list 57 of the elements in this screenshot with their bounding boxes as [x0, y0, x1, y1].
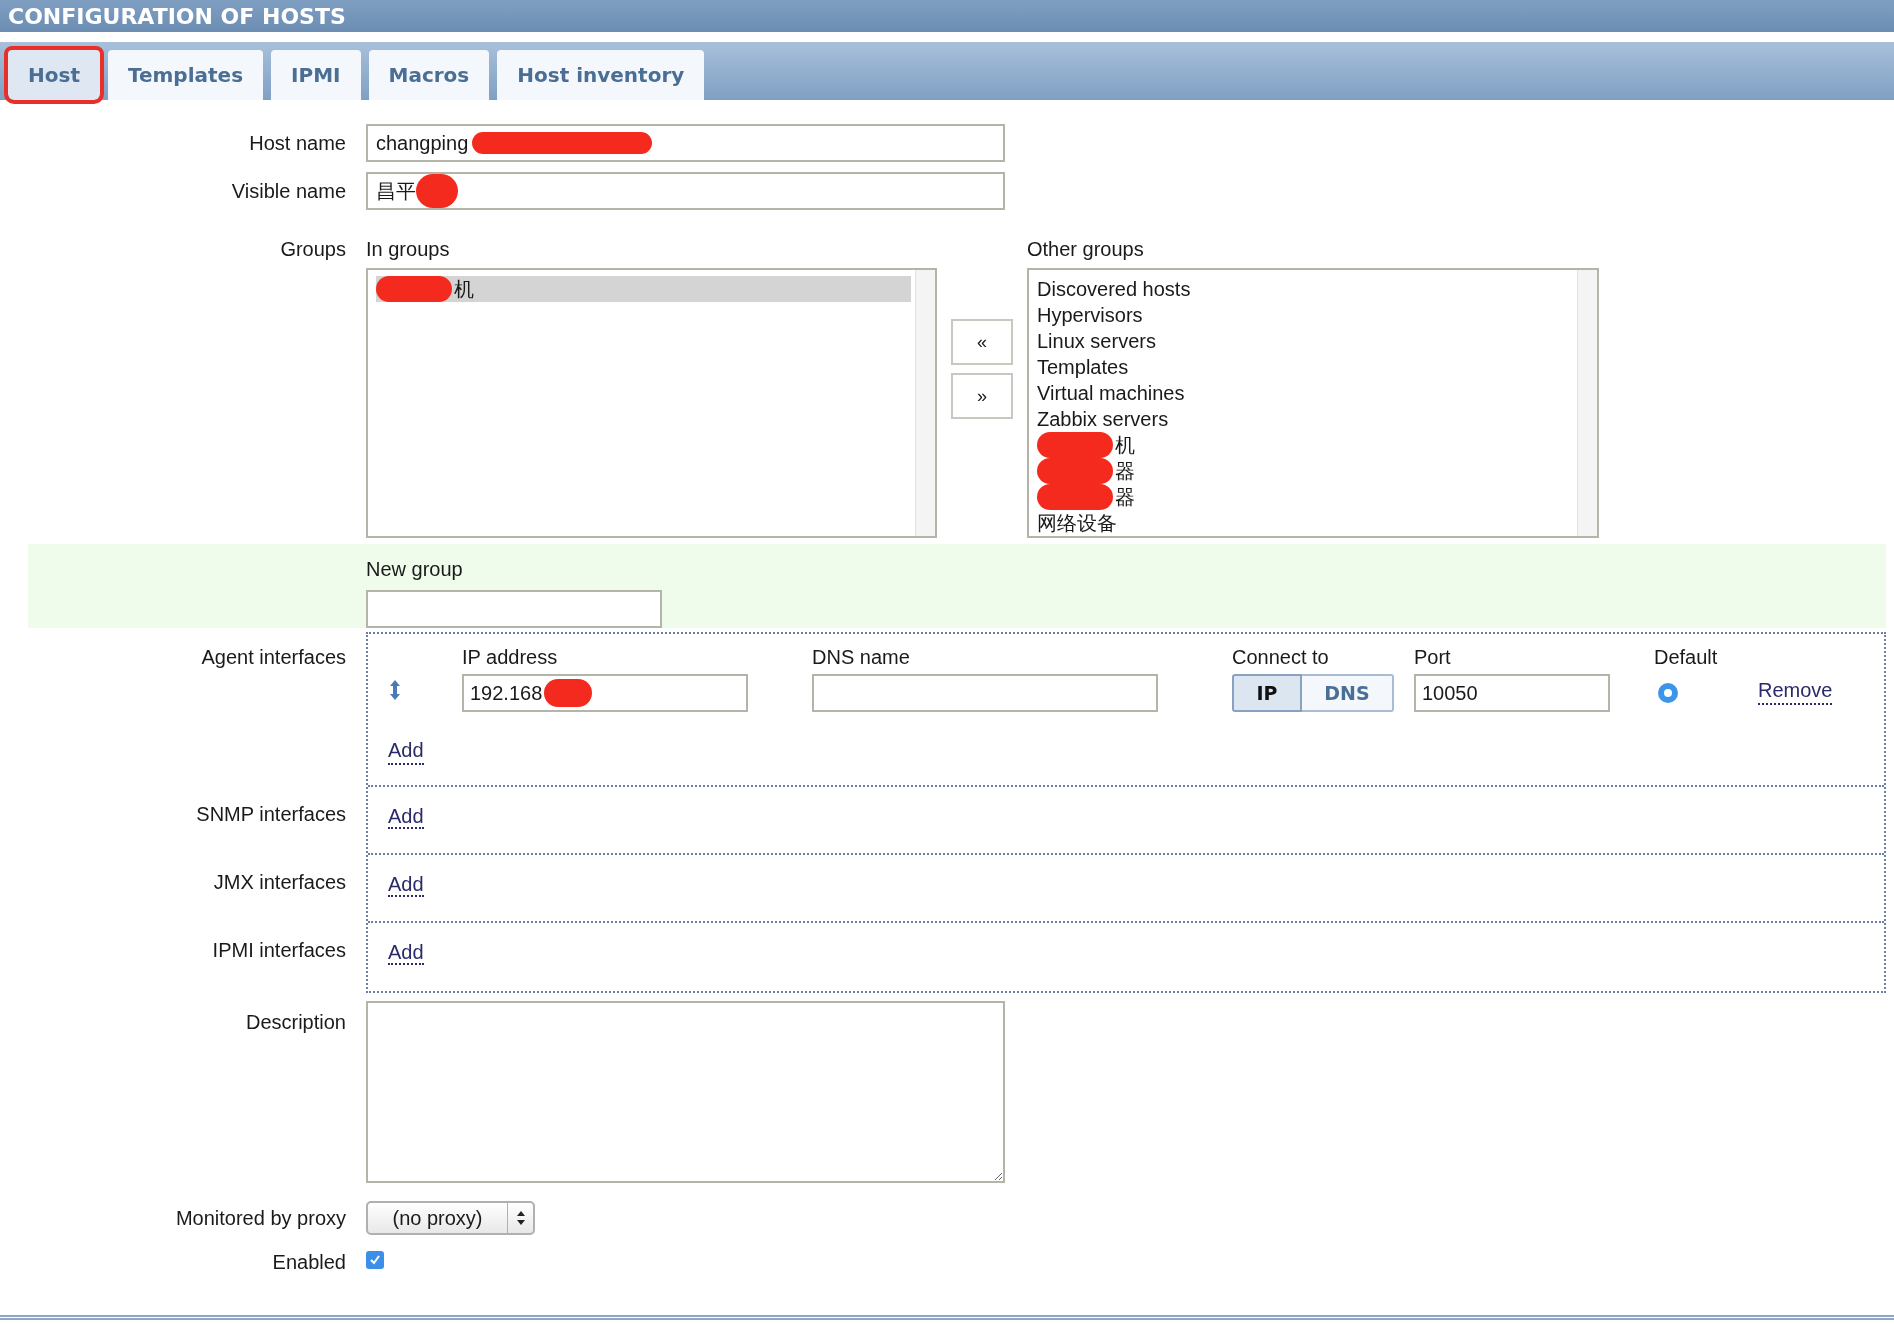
drag-handle-icon[interactable]	[388, 679, 402, 701]
tab[interactable]: Macros	[368, 50, 490, 100]
input-field[interactable]	[366, 590, 662, 628]
move-button[interactable]: »	[951, 373, 1013, 419]
add-link[interactable]: Add	[388, 873, 424, 897]
list-item[interactable]: Templates	[1037, 354, 1573, 380]
tab[interactable]: Host inventory	[497, 50, 705, 100]
list-item[interactable]: Discovered hosts	[1037, 276, 1573, 302]
list-item[interactable]: 网络设备	[1037, 510, 1573, 536]
field-label: Host name	[249, 131, 346, 156]
input-field[interactable]: 昌平	[366, 172, 1005, 210]
field-label: Agent interfaces	[201, 645, 346, 670]
field-label: IPMI interfaces	[212, 938, 346, 963]
column-header: Port	[1414, 645, 1451, 670]
field-label: JMX interfaces	[213, 870, 346, 895]
list-item[interactable]: 机	[1037, 432, 1573, 458]
list-heading: In groups	[366, 237, 451, 260]
add-link[interactable]: Add	[388, 941, 424, 965]
list-item[interactable]: Hypervisors	[1037, 302, 1573, 328]
field-label: SNMP interfaces	[196, 802, 346, 827]
column-header: DNS name	[812, 645, 910, 670]
list-heading: Other groups	[1027, 237, 1145, 260]
tab[interactable]: Templates	[107, 50, 264, 100]
page-title: CONFIGURATION OF HOSTS	[8, 2, 346, 31]
input-field[interactable]: changping	[366, 124, 1005, 162]
list-item[interactable]: 机	[376, 276, 911, 302]
input-field[interactable]	[812, 674, 1158, 712]
select-dropdown[interactable]: (no proxy)	[366, 1201, 535, 1235]
field-label: New group	[366, 557, 464, 582]
text-area[interactable]	[366, 1001, 1005, 1183]
list-box[interactable]: Discovered hosts Hypervisors Linux servers Templates Virtual machines Zabbix servers 机 器 器 网络设备	[1027, 268, 1599, 538]
add-link[interactable]: Add	[388, 738, 424, 765]
checkbox[interactable]	[366, 1251, 384, 1269]
field-label: Visible name	[231, 179, 346, 204]
remove-link[interactable]: Remove	[1758, 678, 1833, 705]
field-label: Enabled	[272, 1250, 346, 1275]
list-item[interactable]: Linux servers	[1037, 328, 1573, 354]
toggle-button[interactable]: IP	[1232, 674, 1302, 712]
list-item[interactable]: Virtual machines	[1037, 380, 1573, 406]
list-box[interactable]: 机	[366, 268, 937, 538]
list-item[interactable]: 器	[1037, 458, 1573, 484]
field-label: Description	[245, 1010, 346, 1035]
move-button[interactable]: «	[951, 319, 1013, 365]
field-label: Monitored by proxy	[175, 1206, 346, 1231]
column-header: Connect to	[1232, 645, 1329, 670]
list-item[interactable]: Zabbix servers	[1037, 406, 1573, 432]
field-label: Groups	[280, 237, 346, 262]
toggle-button[interactable]: DNS	[1302, 674, 1394, 712]
input-field[interactable]: 10050	[1414, 674, 1610, 712]
add-link[interactable]: Add	[388, 805, 424, 829]
list-item[interactable]: 器	[1037, 484, 1573, 510]
column-header: Default	[1654, 645, 1718, 670]
radio-button[interactable]	[1658, 683, 1678, 703]
column-header: IP address	[462, 645, 558, 670]
input-field[interactable]: 192.168	[462, 674, 748, 712]
checkmark-icon	[369, 1254, 381, 1266]
tab[interactable]: IPMI	[271, 50, 361, 100]
